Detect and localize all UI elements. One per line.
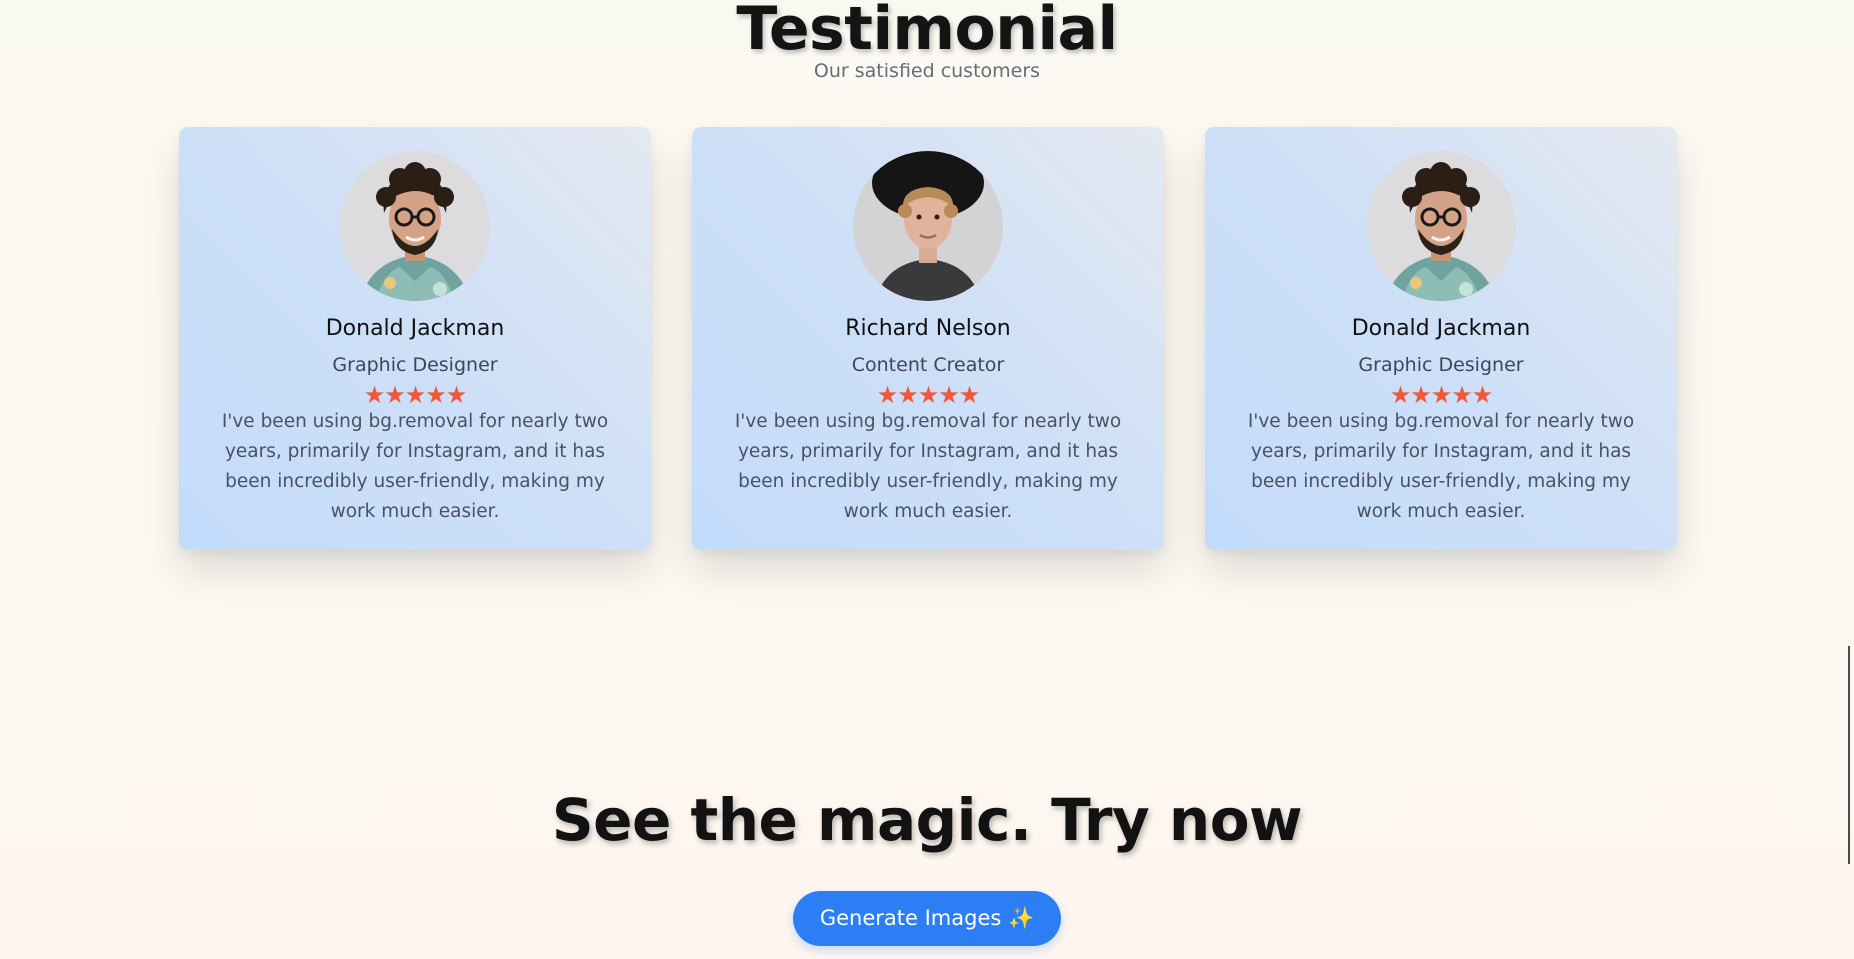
page: Testimonial Our satisfied customers Dona…: [0, 0, 1854, 959]
testimonial-title: Testimonial: [736, 0, 1118, 64]
testimonial-quote: I've been using bg.removal for nearly tw…: [1247, 411, 1635, 522]
testimonial-subtitle: Our satisfied customers: [813, 60, 1041, 82]
star-rating: ★★★★★: [876, 381, 981, 409]
cta-title: See the magic. Try now: [551, 786, 1303, 854]
star-rating: ★★★★★: [1389, 381, 1494, 409]
customer-name: Donald Jackman: [325, 316, 505, 341]
testimonial-quote: I've been using bg.removal for nearly tw…: [221, 411, 609, 522]
customer-role: Graphic Designer: [332, 354, 498, 376]
testimonial-quote: I've been using bg.removal for nearly tw…: [734, 411, 1122, 522]
avatar-hat-man: [853, 151, 1003, 301]
customer-role: Graphic Designer: [1358, 354, 1524, 376]
customer-name: Richard Nelson: [845, 316, 1011, 341]
testimonial-cards: Donald Jackman Graphic Designer ★★★★★ I'…: [179, 127, 1677, 550]
avatar-curly-hair-man: [340, 151, 490, 301]
avatar-curly-hair-man: [1366, 151, 1516, 301]
generate-images-button[interactable]: Generate Images ✨: [793, 891, 1061, 946]
avatar: [340, 151, 490, 301]
testimonial-card: Donald Jackman Graphic Designer ★★★★★ I'…: [179, 127, 651, 550]
avatar: [853, 151, 1003, 301]
scrollbar-thumb[interactable]: [1848, 646, 1850, 864]
customer-role: Content Creator: [851, 354, 1005, 376]
testimonial-card: Donald Jackman Graphic Designer ★★★★★ I'…: [1205, 127, 1677, 550]
testimonial-card: Richard Nelson Content Creator ★★★★★ I'v…: [692, 127, 1164, 550]
star-rating: ★★★★★: [363, 381, 468, 409]
avatar: [1366, 151, 1516, 301]
customer-name: Donald Jackman: [1351, 316, 1531, 341]
